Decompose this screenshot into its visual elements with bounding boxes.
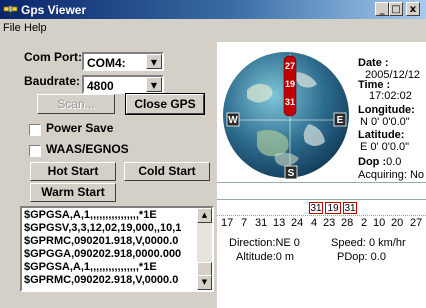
- menu-file[interactable]: File: [3, 22, 21, 34]
- power-save-label: Power Save: [46, 121, 114, 135]
- menu-help[interactable]: Help: [24, 22, 47, 34]
- sat-id: 20: [391, 217, 404, 229]
- close-gps-button[interactable]: Close GPS: [125, 93, 205, 115]
- cold-start-button[interactable]: Cold Start: [124, 162, 210, 181]
- gps-display-panel: 27 19 31 W E S Date : 2005/12/12 Time : …: [217, 42, 426, 308]
- acquiring-status: Acquiring: No Fix: [358, 169, 426, 181]
- compass-east: E: [337, 115, 344, 126]
- nmea-line: $GPGSV,3,3,12,02,19,000,,10,1: [24, 222, 182, 234]
- sat-id: 17: [221, 217, 234, 229]
- pdop-value: 0.0: [370, 251, 386, 263]
- signal-baseline: [217, 215, 426, 216]
- waas-egnos-checkbox[interactable]: [29, 145, 41, 157]
- nmea-line: $GPGSA,A,1,,,,,,,,,,,,,,,,*1E: [24, 261, 157, 273]
- com-port-value: COM4:: [87, 56, 126, 70]
- warm-start-button[interactable]: Warm Start: [30, 183, 116, 202]
- globe-sat-label: 19: [285, 79, 295, 89]
- sat-id: 31: [255, 217, 268, 229]
- longitude-value: N 0' 0'0.0": [360, 116, 410, 128]
- sat-id: 24: [291, 217, 304, 229]
- direction-label: Direction:: [229, 237, 276, 249]
- sat-id: 2: [361, 217, 368, 229]
- sat-id: 13: [273, 217, 286, 229]
- com-port-select[interactable]: COM4: ▼: [82, 52, 164, 71]
- hot-start-button[interactable]: Hot Start: [30, 162, 116, 181]
- nmea-line: $GPRMC,090202.918,V,0000.0: [24, 274, 179, 286]
- nmea-log-listbox[interactable]: $GPGSA,A,1,,,,,,,,,,,,,,,,*1E $GPGSV,3,3…: [20, 206, 214, 292]
- scroll-thumb[interactable]: [197, 262, 212, 276]
- time-value: 17:02:02: [369, 90, 412, 102]
- nmea-line: $GPGGA,090202.918,0000.000: [24, 248, 182, 260]
- sat-id: 4: [311, 217, 318, 229]
- minimize-button[interactable]: _: [375, 2, 389, 16]
- baudrate-value: 4800: [87, 79, 114, 93]
- scan-button[interactable]: Scan...: [37, 94, 115, 114]
- sat-signal-box: 31: [343, 202, 357, 214]
- sat-signal-box: 31: [309, 202, 323, 214]
- maximize-button[interactable]: □: [389, 2, 403, 16]
- globe-sat-label: 27: [285, 61, 295, 71]
- latitude-value: E 0' 0'0.0": [360, 141, 410, 153]
- altitude-label: Altitude:: [236, 251, 276, 263]
- speed-readout: Speed: 0 km/hr: [331, 237, 406, 249]
- pdop-label: PDop:: [337, 251, 368, 263]
- baudrate-label: Baudrate:: [24, 74, 81, 88]
- scroll-up-icon[interactable]: ▲: [197, 208, 212, 223]
- window-title: Gps Viewer: [21, 3, 87, 17]
- chevron-down-icon[interactable]: ▼: [146, 77, 162, 92]
- latitude-label: Latitude:: [358, 129, 405, 141]
- baudrate-select[interactable]: 4800 ▼: [82, 75, 164, 94]
- com-port-label: Com Port:: [24, 50, 82, 64]
- satellite-app-icon: [3, 5, 18, 16]
- power-save-checkbox[interactable]: [29, 124, 41, 136]
- date-label: Date :: [358, 57, 389, 69]
- globe-sat-label: 31: [285, 97, 295, 107]
- title-bar[interactable]: Gps Viewer _ □ x: [0, 0, 426, 19]
- menu-bar: File Help: [0, 19, 426, 37]
- nmea-line: $GPGSA,A,1,,,,,,,,,,,,,,,,*1E: [24, 209, 157, 221]
- nmea-line: $GPRMC,090201.918,V,0000.0: [24, 235, 179, 247]
- sat-id: 7: [241, 217, 248, 229]
- sat-id: 10: [373, 217, 386, 229]
- scroll-down-icon[interactable]: ▼: [197, 275, 212, 290]
- longitude-label: Longitude:: [358, 104, 415, 116]
- compass-west: W: [228, 115, 238, 126]
- nmea-scrollbar[interactable]: ▲ ▼: [197, 208, 212, 290]
- signal-bar-area: [217, 182, 426, 200]
- pdop-readout: PDop: 0.0: [337, 251, 386, 263]
- dop-readout: Dop :0.0: [358, 156, 402, 168]
- dop-value: 0.0: [386, 156, 402, 168]
- altitude-readout: Altitude:0 m: [236, 251, 294, 263]
- altitude-value: 0 m: [275, 251, 295, 263]
- compass-south: S: [288, 168, 295, 179]
- sat-id: 28: [341, 217, 354, 229]
- gps-viewer-window: Gps Viewer _ □ x File Help Com Port: COM…: [0, 0, 426, 308]
- speed-value: 0 km/hr: [368, 237, 406, 249]
- sat-id: 23: [323, 217, 336, 229]
- direction-value: NE 0: [275, 237, 300, 249]
- globe-skyplot: 27 19 31 W E S: [223, 52, 349, 180]
- sat-id: 27: [410, 217, 423, 229]
- speed-label: Speed:: [331, 237, 366, 249]
- direction-readout: Direction:NE 0: [229, 237, 300, 249]
- waas-egnos-label: WAAS/EGNOS: [46, 142, 129, 156]
- chevron-down-icon[interactable]: ▼: [146, 54, 162, 69]
- sat-signal-box: 19: [325, 202, 341, 214]
- close-button[interactable]: x: [406, 2, 420, 16]
